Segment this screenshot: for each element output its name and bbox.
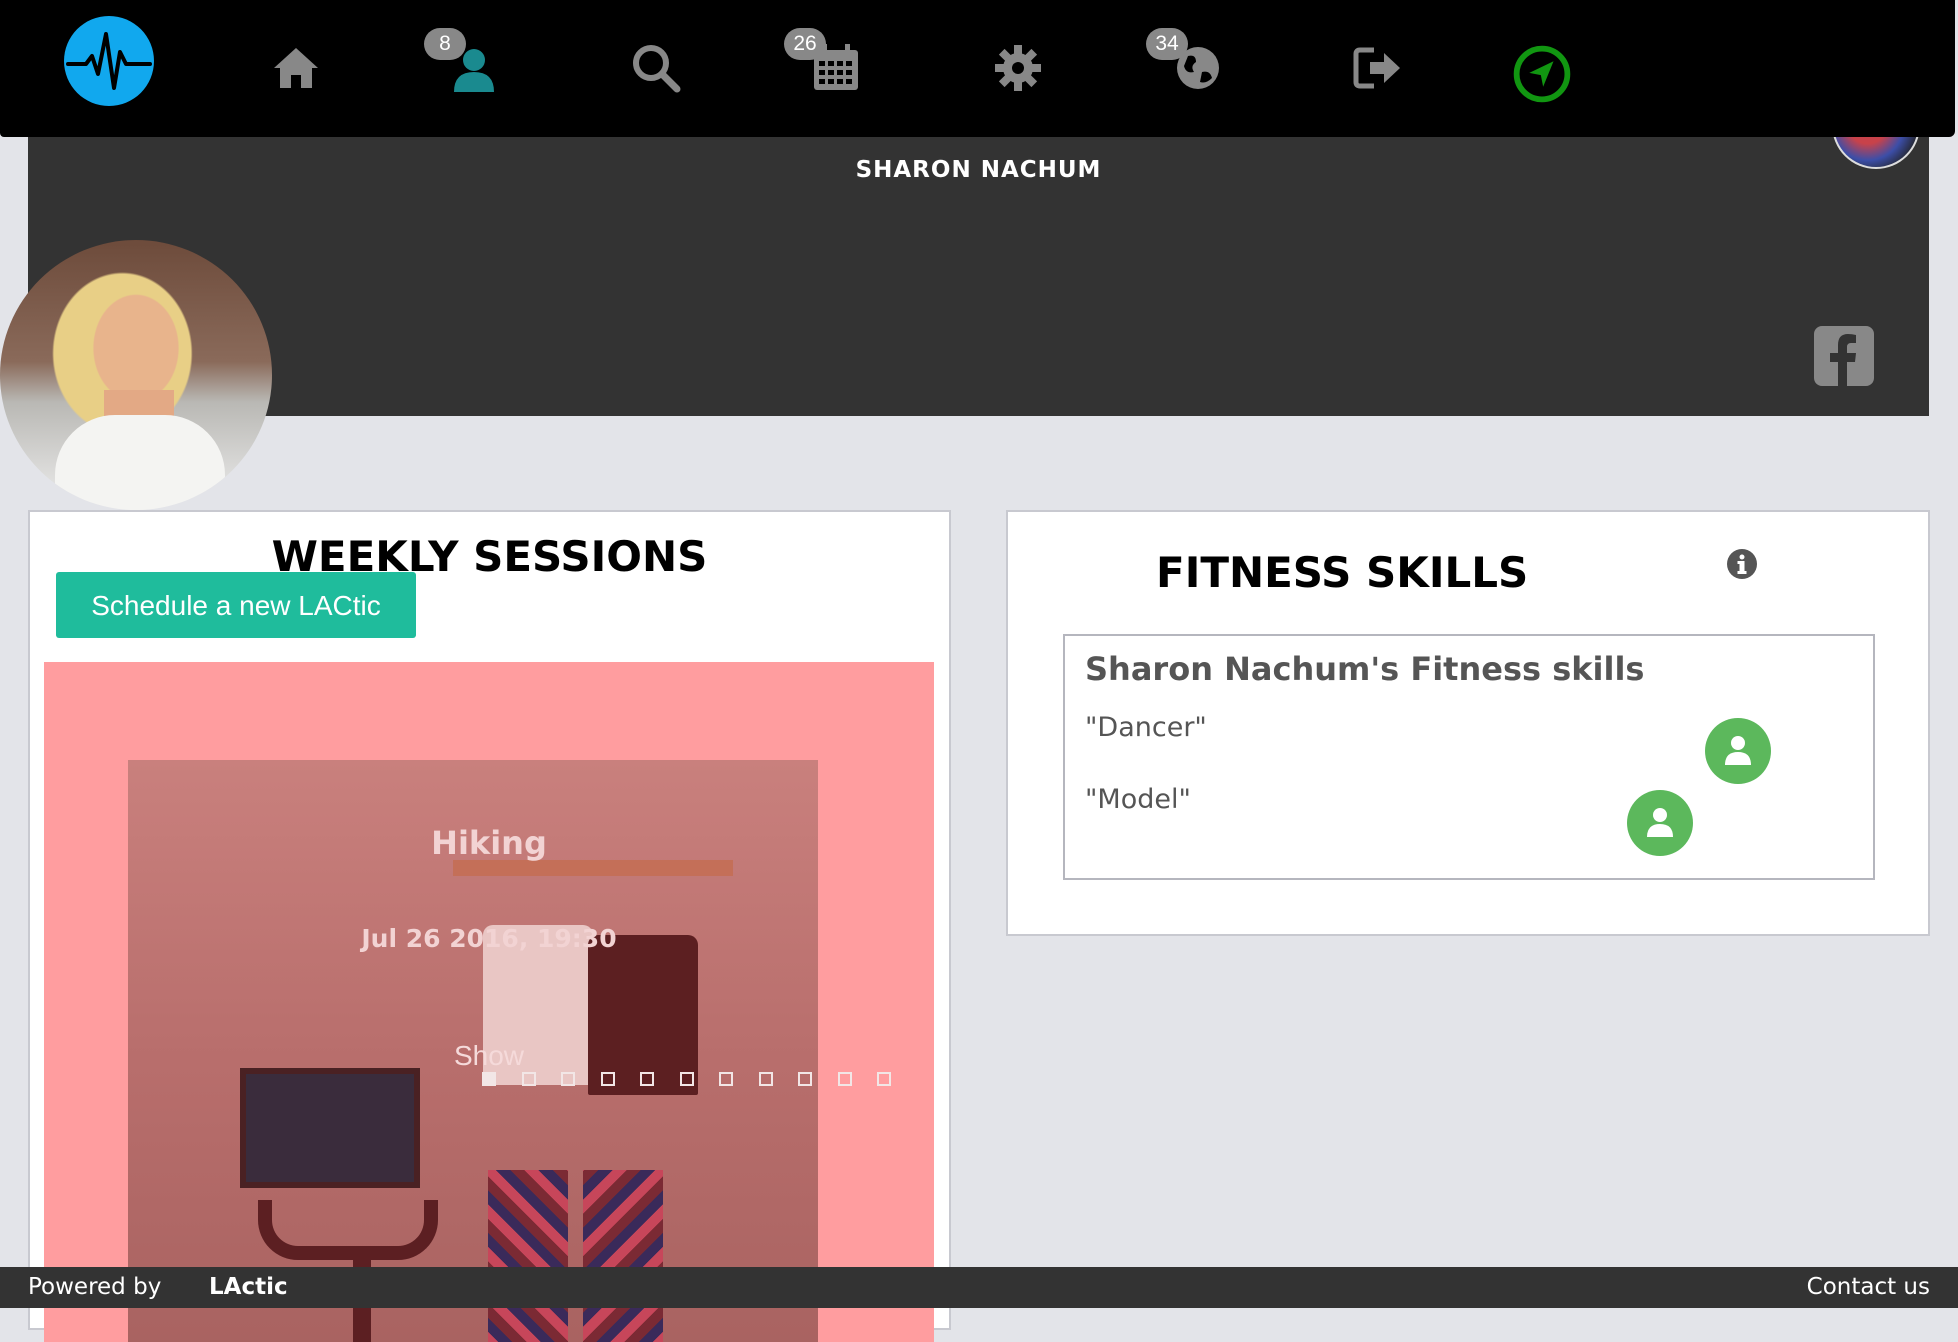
weekly-sessions-panel: WEEKLY SESSIONS Schedule a new LACtic Hi… <box>28 510 951 1342</box>
skill-item: "Dancer" <box>1085 712 1207 743</box>
carousel-dot[interactable] <box>679 1072 694 1086</box>
search-icon <box>633 45 681 93</box>
calendar-badge: 26 <box>784 28 826 60</box>
contact-us-link[interactable]: Contact us <box>1807 1267 1930 1308</box>
info-icon[interactable] <box>1726 548 1758 580</box>
page-footer: Powered by LActic Contact us <box>0 1267 1958 1308</box>
logout-icon <box>1353 47 1400 89</box>
skill-endorse-button[interactable] <box>1627 790 1693 856</box>
skill-endorse-button[interactable] <box>1705 718 1771 784</box>
globe-badge: 34 <box>1146 28 1188 60</box>
nav-navigate[interactable] <box>1506 30 1576 104</box>
fitness-skills-panel: FITNESS SKILLS Sharon Nachum's Fitness s… <box>1006 510 1930 936</box>
pulse-icon <box>66 32 152 90</box>
skills-heading: Sharon Nachum's Fitness skills <box>1085 650 1645 688</box>
top-navbar: 8 26 34 <box>0 0 1955 137</box>
carousel-dot[interactable] <box>640 1072 654 1086</box>
powered-by-text: Powered by <box>28 1274 162 1300</box>
fitness-skills-title: FITNESS SKILLS <box>1156 548 1529 597</box>
profile-avatar <box>0 240 272 510</box>
user-icon <box>1647 808 1673 837</box>
session-name: Hiking <box>431 824 547 862</box>
carousel-dot[interactable] <box>521 1072 536 1086</box>
nav-friends[interactable]: 8 <box>424 28 510 104</box>
schedule-session-button[interactable]: Schedule a new LACtic <box>56 572 416 638</box>
footer-brand-link[interactable]: LActic <box>209 1267 288 1308</box>
friends-badge: 8 <box>424 28 466 60</box>
carousel-dot[interactable] <box>837 1072 852 1086</box>
carousel-dot[interactable] <box>719 1072 733 1086</box>
sessions-carousel[interactable]: Hiking Jul 26 2016, 19:30 Show <box>44 662 934 1342</box>
carousel-dot[interactable] <box>561 1072 575 1086</box>
skills-list-box: Sharon Nachum's Fitness skills "Dancer" … <box>1063 634 1875 880</box>
nav-settings[interactable] <box>984 30 1054 104</box>
carousel-dot[interactable] <box>877 1072 891 1086</box>
carousel-dot[interactable] <box>482 1072 496 1086</box>
facebook-icon[interactable] <box>1814 326 1874 386</box>
session-show-link[interactable]: Show <box>44 1040 934 1072</box>
gear-icon <box>995 45 1041 91</box>
carousel-dot[interactable] <box>758 1072 773 1086</box>
carousel-dot[interactable] <box>600 1072 615 1086</box>
app-logo[interactable] <box>64 16 154 106</box>
user-icon <box>1725 736 1751 765</box>
profile-name: SHARON NACHUM <box>855 157 1102 183</box>
nav-logout[interactable] <box>1344 30 1414 104</box>
carousel-dot[interactable] <box>798 1072 812 1086</box>
nav-search[interactable] <box>622 30 692 104</box>
nav-calendar[interactable]: 26 <box>784 28 872 104</box>
nav-globe[interactable]: 34 <box>1146 28 1234 104</box>
skill-item: "Model" <box>1085 784 1191 815</box>
home-icon <box>274 48 318 88</box>
profile-banner: SHARON NACHUM <box>28 113 1929 416</box>
navigate-icon <box>1513 45 1571 103</box>
session-date: Jul 26 2016, 19:30 <box>361 924 617 953</box>
nav-home[interactable] <box>262 30 332 104</box>
